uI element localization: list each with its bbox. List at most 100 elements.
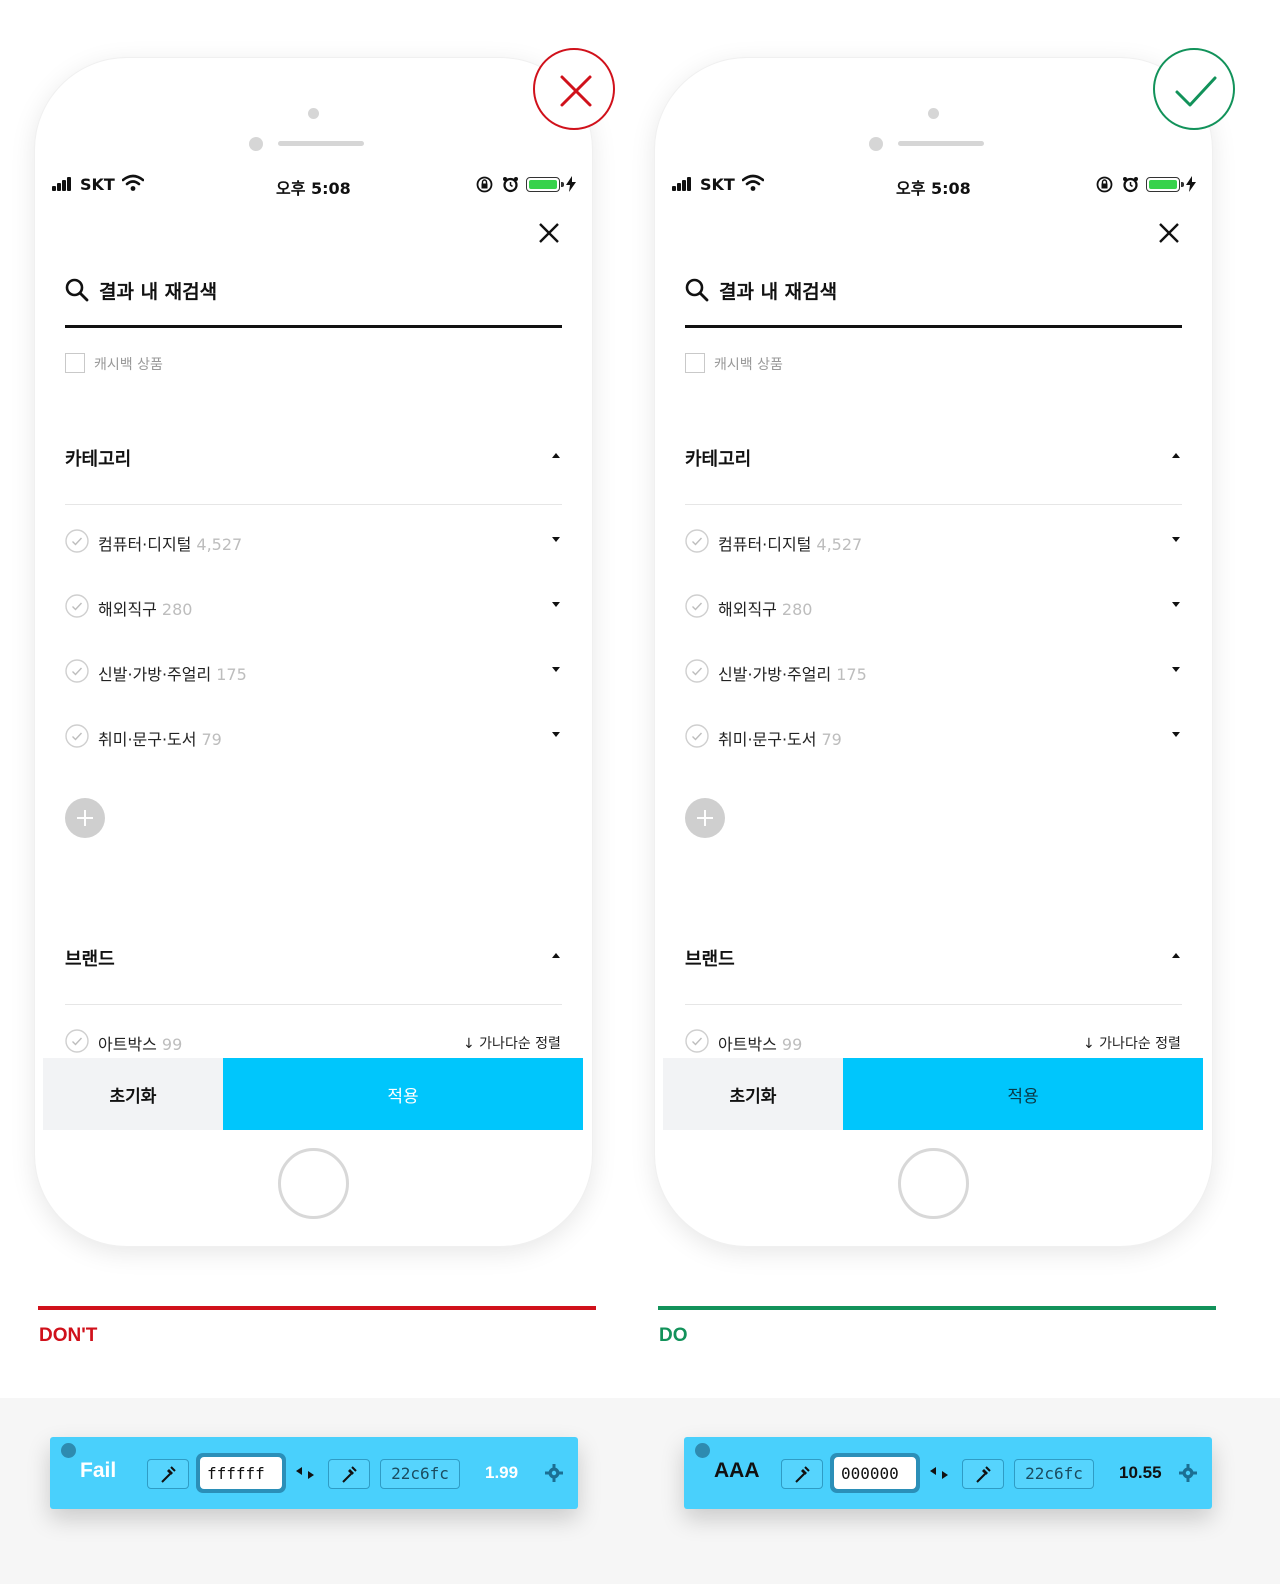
category-item-count: 175 [836, 665, 867, 684]
contrast-checker-fail: Fail 22c6fc 1.99 [50, 1437, 578, 1509]
caret-down-icon [1172, 602, 1180, 607]
caret-down-icon [1172, 667, 1180, 672]
window-dot[interactable] [61, 1443, 76, 1458]
caret-up-icon [1172, 453, 1180, 458]
background-picker[interactable] [962, 1459, 1004, 1489]
brand-header[interactable]: 브랜드 [65, 945, 562, 1005]
reset-button[interactable]: 초기화 [43, 1058, 223, 1130]
front-camera [869, 137, 883, 151]
do-badge [1153, 48, 1235, 130]
eyedropper-icon [976, 1466, 991, 1483]
sort-toggle[interactable]: ↓ 가나다순 정렬 [463, 1033, 561, 1053]
foreground-hex-field [830, 1453, 920, 1493]
caret-down-icon [552, 732, 560, 737]
do-label: DO [659, 1325, 688, 1346]
brand-item-name: 아트박스 [98, 1035, 157, 1054]
category-header[interactable]: 카테고리 [65, 445, 562, 505]
check-circle-icon [65, 659, 89, 683]
cashback-checkbox[interactable] [65, 353, 85, 373]
contrast-grade: Fail [80, 1459, 117, 1482]
cashback-filter[interactable]: 캐시백 상품 [65, 352, 365, 374]
cashback-checkbox[interactable] [685, 353, 705, 373]
caret-down-icon [552, 667, 560, 672]
search-label: 결과 내 재검색 [719, 281, 838, 303]
check-circle-icon [65, 724, 89, 748]
category-item[interactable]: 신발·가방·주얼리 175 [65, 659, 562, 684]
charging-bolt-icon [1186, 176, 1196, 192]
reset-button[interactable]: 초기화 [663, 1058, 843, 1130]
charging-bolt-icon [566, 176, 576, 192]
brand-header[interactable]: 브랜드 [685, 945, 1182, 1005]
category-item[interactable]: 해외직구 280 [65, 594, 562, 619]
foreground-hex-field [196, 1453, 286, 1493]
foreground-picker[interactable] [147, 1459, 189, 1489]
plus-icon [697, 810, 713, 826]
swap-icon[interactable] [928, 1466, 950, 1480]
earpiece-speaker [278, 141, 364, 146]
search-field[interactable]: 결과 내 재검색 [65, 274, 562, 328]
background-hex[interactable]: 22c6fc [380, 1459, 460, 1489]
category-item[interactable]: 해외직구 280 [685, 594, 1182, 619]
window-dot[interactable] [695, 1443, 710, 1458]
caret-down-icon [1172, 732, 1180, 737]
home-button[interactable] [278, 1148, 349, 1219]
dont-divider [38, 1306, 596, 1310]
cashback-filter[interactable]: 캐시백 상품 [685, 352, 985, 374]
home-button[interactable] [898, 1148, 969, 1219]
brand-item-count: 99 [781, 1035, 803, 1054]
category-item[interactable]: 컴퓨터·디지털 4,527 [65, 529, 562, 554]
status-bar: SKT 오후 5:08 [672, 172, 1198, 198]
dont-badge [533, 48, 615, 130]
foreground-picker[interactable] [781, 1459, 823, 1489]
check-circle-icon [65, 594, 89, 618]
close-icon[interactable] [539, 223, 559, 243]
background-hex[interactable]: 22c6fc [1014, 1459, 1094, 1489]
signal-icon [52, 177, 76, 191]
category-item-name: 컴퓨터·디지털 [718, 535, 812, 554]
caret-up-icon [1172, 953, 1180, 958]
contrast-checker-pass: AAA 22c6fc 10.55 [684, 1437, 1212, 1509]
check-circle-icon [685, 1029, 709, 1053]
front-sensor [928, 108, 939, 119]
eyedropper-icon [795, 1466, 810, 1483]
category-header[interactable]: 카테고리 [685, 445, 1182, 505]
category-item-count: 4,527 [196, 535, 243, 554]
carrier-name: SKT [80, 175, 115, 194]
gear-icon[interactable] [1179, 1464, 1197, 1482]
close-icon[interactable] [1159, 223, 1179, 243]
category-item-count: 79 [201, 730, 222, 749]
category-item[interactable]: 취미·문구·도서 79 [685, 724, 1182, 749]
alarm-icon [1123, 177, 1138, 193]
sort-toggle[interactable]: ↓ 가나다순 정렬 [1083, 1033, 1181, 1053]
dont-label: DON'T [39, 1325, 98, 1346]
background-picker[interactable] [328, 1459, 370, 1489]
category-item[interactable]: 신발·가방·주얼리 175 [685, 659, 1182, 684]
apply-button[interactable]: 적용 [223, 1058, 583, 1130]
search-field[interactable]: 결과 내 재검색 [685, 274, 1182, 328]
add-category-button[interactable] [685, 798, 725, 838]
lock-rotation-icon [1096, 176, 1113, 193]
contrast-grade: AAA [714, 1459, 760, 1482]
category-title: 카테고리 [685, 449, 752, 470]
brand-title: 브랜드 [65, 949, 115, 970]
foreground-hex-input[interactable] [834, 1457, 916, 1489]
status-bar: SKT 오후 5:08 [52, 172, 578, 198]
check-circle-icon [685, 529, 709, 553]
swap-icon[interactable] [294, 1466, 316, 1480]
add-category-button[interactable] [65, 798, 105, 838]
check-circle-icon [685, 724, 709, 748]
check-mark-icon [1175, 76, 1217, 107]
contrast-ratio: 1.99 [485, 1463, 519, 1482]
wifi-icon [122, 174, 144, 191]
foreground-hex-input[interactable] [200, 1457, 282, 1489]
dont-panel: SKT 오후 5:08 결과 내 재검색 캐시백 상품 카테고리 컴퓨터·디지털… [0, 0, 640, 1400]
category-item[interactable]: 컴퓨터·디지털 4,527 [685, 529, 1182, 554]
brand-title: 브랜드 [685, 949, 735, 970]
lock-rotation-icon [476, 176, 493, 193]
category-item[interactable]: 취미·문구·도서 79 [65, 724, 562, 749]
do-panel: SKT 오후 5:08 결과 내 재검색 캐시백 상품 카테고리 컴퓨터·디지털… [620, 0, 1260, 1400]
category-item-count: 280 [781, 600, 813, 619]
battery-icon [526, 177, 564, 192]
gear-icon[interactable] [545, 1464, 563, 1482]
apply-button[interactable]: 적용 [843, 1058, 1203, 1130]
